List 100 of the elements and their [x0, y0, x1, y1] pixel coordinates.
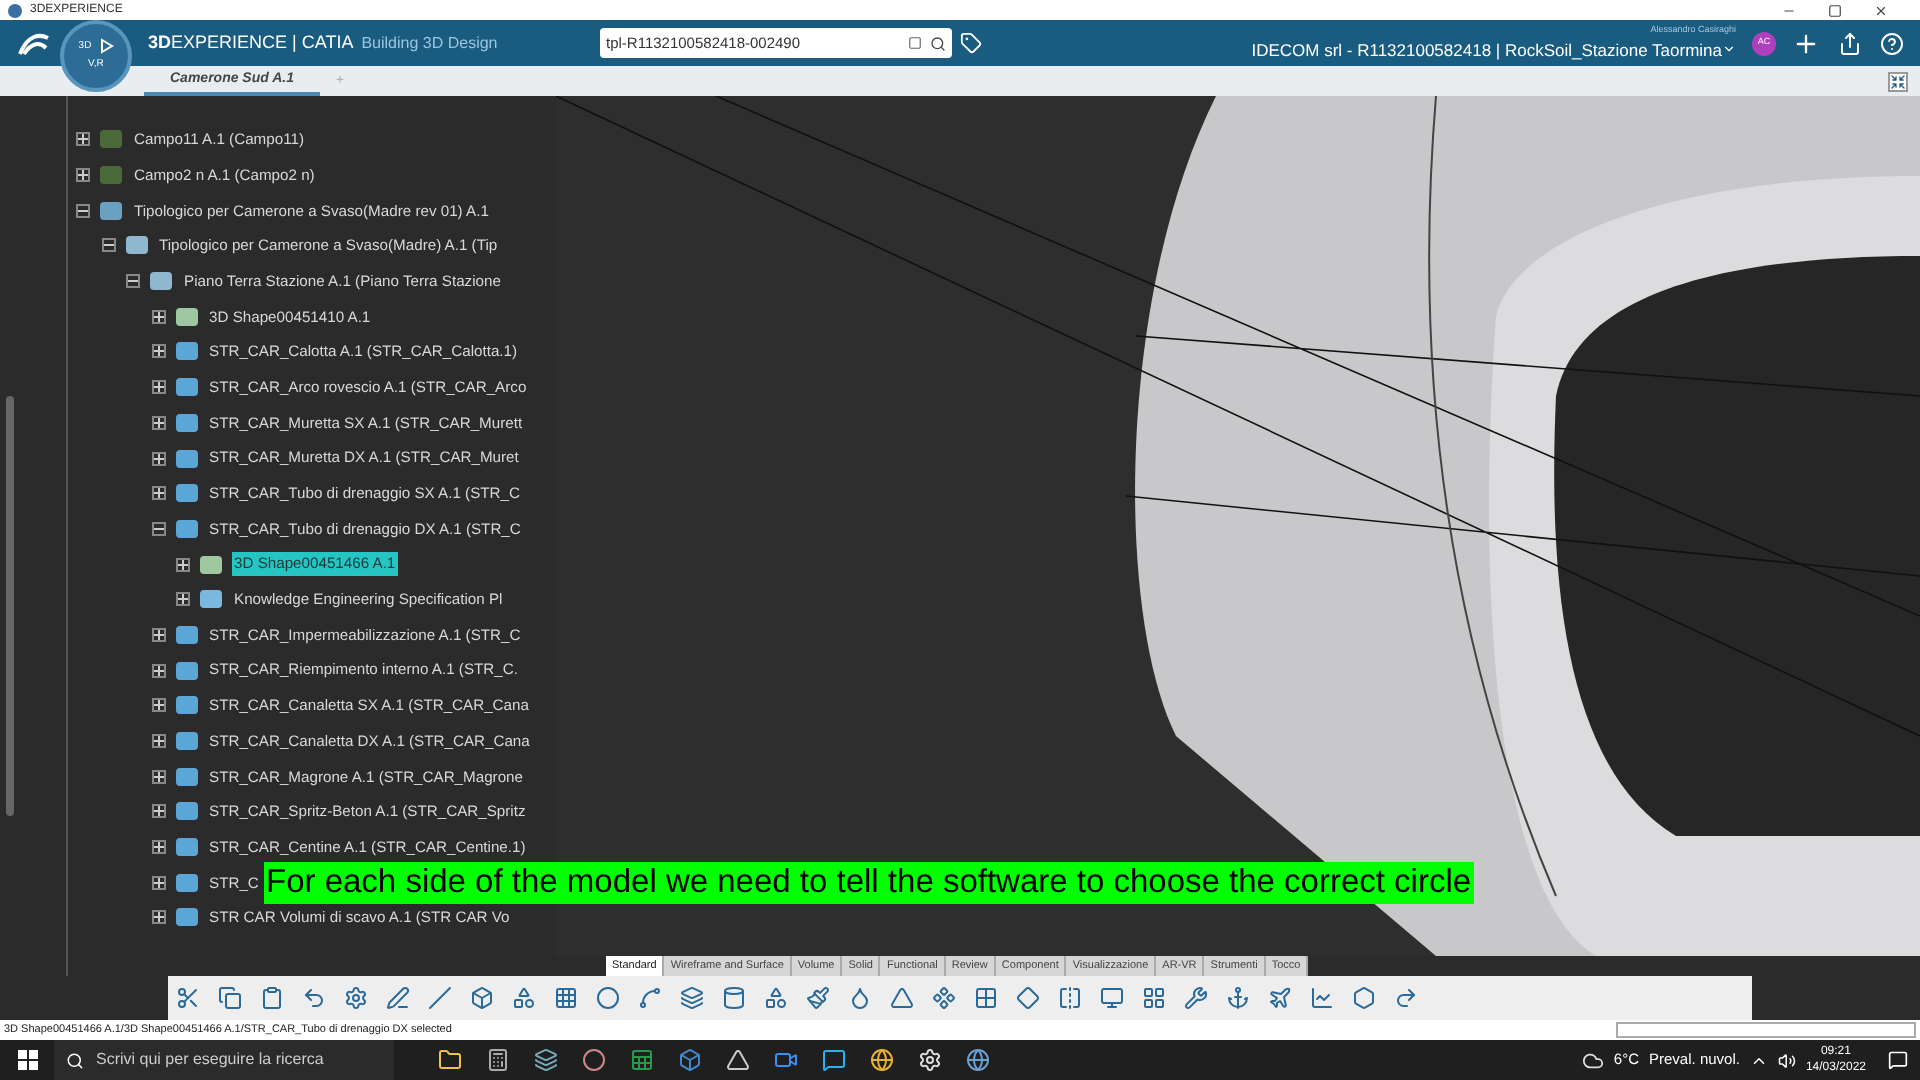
expand-icon[interactable] — [151, 804, 165, 819]
expand-icon[interactable] — [151, 769, 165, 784]
monitor-icon[interactable] — [1100, 986, 1124, 1010]
clear-icon[interactable] — [908, 36, 922, 50]
copy-icon[interactable] — [218, 986, 242, 1010]
windows-logo-icon[interactable] — [18, 1050, 38, 1070]
expand-icon[interactable] — [151, 734, 165, 749]
collapse-icon[interactable] — [76, 203, 90, 218]
spline-icon[interactable] — [638, 986, 662, 1010]
clipboard-icon[interactable] — [260, 986, 284, 1010]
scissors-icon[interactable] — [176, 986, 200, 1010]
expand-icon[interactable] — [151, 910, 165, 925]
expand-icon[interactable] — [151, 698, 165, 713]
pen-icon[interactable] — [386, 986, 410, 1010]
node-icon — [175, 519, 197, 538]
tiles-icon[interactable] — [1142, 986, 1166, 1010]
expand-icon[interactable] — [151, 451, 165, 466]
node-icon — [175, 307, 197, 326]
plus-icon[interactable] — [1792, 29, 1820, 57]
taskbar-search-field[interactable]: Scrivi qui per eseguire la ricerca — [54, 1040, 394, 1080]
node-icon — [150, 272, 172, 291]
scrollbar-thumb[interactable] — [6, 396, 14, 816]
expand-icon[interactable] — [76, 132, 90, 147]
help-icon[interactable] — [1880, 31, 1904, 55]
app-icon[interactable] — [534, 1048, 558, 1072]
fullscreen-icon[interactable] — [1888, 72, 1908, 92]
expand-icon[interactable] — [151, 309, 165, 324]
node-icon — [125, 236, 147, 255]
expand-icon[interactable] — [151, 415, 165, 430]
node-icon — [175, 696, 197, 715]
notification-icon[interactable] — [1888, 1050, 1908, 1070]
layers-icon[interactable] — [680, 986, 704, 1010]
app-icon[interactable] — [726, 1048, 750, 1072]
node-icon — [175, 732, 197, 751]
node-icon — [100, 201, 122, 220]
compass-app-icon[interactable] — [966, 1048, 990, 1072]
mirror-icon[interactable] — [1058, 986, 1082, 1010]
brand-title: 3DEXPERIENCE | CATIA — [148, 29, 354, 56]
close-icon[interactable] — [1874, 3, 1888, 17]
folder-icon[interactable] — [438, 1048, 462, 1072]
cylinder-icon[interactable] — [722, 986, 746, 1010]
collapse-icon[interactable] — [126, 274, 140, 289]
expand-icon[interactable] — [151, 486, 165, 501]
expand-icon[interactable] — [176, 557, 190, 572]
settings-icon[interactable] — [344, 986, 368, 1010]
maximize-icon[interactable] — [1828, 3, 1842, 17]
node-icon — [175, 449, 197, 468]
brush-icon[interactable] — [806, 986, 830, 1010]
graph-icon[interactable] — [1310, 986, 1334, 1010]
circle-icon[interactable] — [596, 986, 620, 1010]
collapse-icon[interactable] — [151, 521, 165, 536]
expand-icon[interactable] — [176, 592, 190, 607]
expand-icon[interactable] — [151, 875, 165, 890]
node-icon — [200, 590, 222, 609]
collapse-icon[interactable] — [101, 238, 115, 253]
chevron-down-icon[interactable] — [1722, 42, 1736, 57]
node-icon — [175, 767, 197, 786]
share-icon[interactable] — [1838, 31, 1862, 55]
video-caption: For each side of the model we need to tell the software to choose the correct circle — [264, 862, 1474, 904]
app-icon[interactable] — [582, 1048, 606, 1072]
browser-icon[interactable] — [870, 1048, 894, 1072]
undo-icon[interactable] — [302, 986, 326, 1010]
surface-icon[interactable] — [1016, 986, 1040, 1010]
expand-icon[interactable] — [151, 840, 165, 855]
volume-icon[interactable] — [1777, 1051, 1796, 1069]
line-icon[interactable] — [428, 986, 452, 1010]
node-icon — [175, 342, 197, 361]
expand-icon[interactable] — [151, 663, 165, 678]
component-icon[interactable] — [932, 986, 956, 1010]
node-icon — [175, 802, 197, 821]
calculator-icon[interactable] — [486, 1048, 510, 1072]
wrench-icon[interactable] — [1184, 986, 1208, 1010]
chat-icon[interactable] — [822, 1048, 846, 1072]
tag-icon[interactable] — [960, 32, 982, 54]
video-call-icon[interactable] — [774, 1048, 798, 1072]
role-label: Building 3D Design — [361, 31, 498, 55]
node-icon — [175, 413, 197, 432]
hexagon-icon[interactable] — [1352, 986, 1376, 1010]
redo-icon[interactable] — [1394, 986, 1418, 1010]
drop-icon[interactable] — [848, 986, 872, 1010]
command-input-field[interactable] — [1616, 1022, 1916, 1038]
context-selector[interactable]: IDECOM srl - R1132100582418 | RockSoil_Stazione Taormina — [1251, 37, 1736, 63]
node-icon — [175, 873, 197, 892]
pattern-icon[interactable] — [974, 986, 998, 1010]
expand-icon[interactable] — [151, 344, 165, 359]
expand-icon[interactable] — [151, 627, 165, 642]
wing-icon[interactable] — [1268, 986, 1292, 1010]
node-icon — [100, 166, 122, 185]
spreadsheet-icon[interactable] — [630, 1048, 654, 1072]
node-icon — [175, 625, 197, 644]
grid-icon[interactable] — [554, 986, 578, 1010]
search-icon[interactable] — [930, 35, 946, 51]
expand-icon[interactable] — [151, 380, 165, 395]
anchor-icon[interactable] — [1226, 986, 1250, 1010]
triangle-icon[interactable] — [890, 986, 914, 1010]
node-icon — [175, 484, 197, 503]
expand-icon[interactable] — [76, 168, 90, 183]
node-icon — [175, 908, 197, 927]
node-icon — [175, 378, 197, 397]
shape-icon[interactable] — [764, 986, 788, 1010]
